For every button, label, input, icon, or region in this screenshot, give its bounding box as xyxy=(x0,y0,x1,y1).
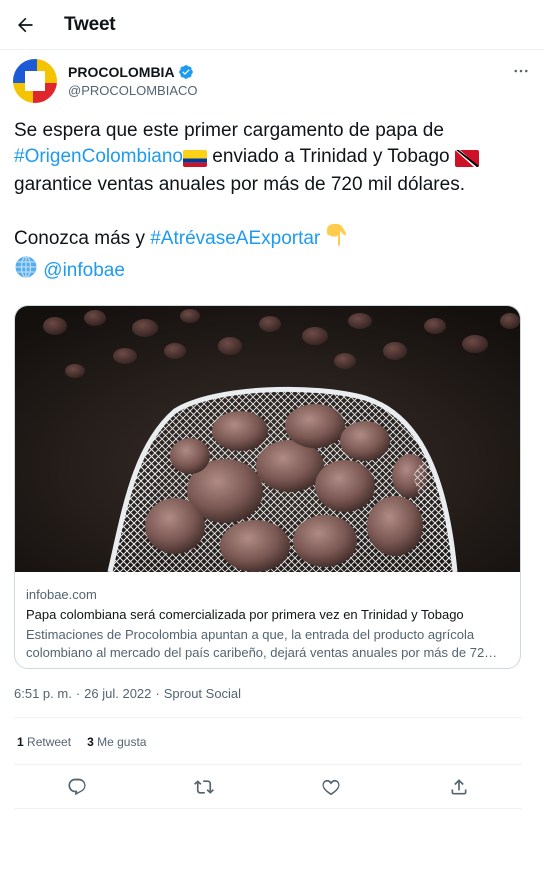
tweet-text: Se espera que este primer cargamento de … xyxy=(14,118,524,286)
tweet-text-part: garantice ventas anuales por más de 720 … xyxy=(14,174,465,195)
hashtag-link[interactable]: #AtrévaseAExportar xyxy=(150,228,320,249)
likes-count: 3 xyxy=(87,735,94,749)
more-icon xyxy=(514,69,528,73)
pointing-down-icon xyxy=(326,223,348,255)
card-title: Papa colombiana será comercializada por … xyxy=(26,607,464,622)
tweet-author: PROCOLOMBIA @PROCOLOMBIACO xyxy=(13,59,533,105)
tweet-stats: 1 Retweet 3 Me gusta xyxy=(17,735,146,749)
card-domain: infobae.com xyxy=(26,587,97,602)
card-description: Estimaciones de Procolombia apuntan a qu… xyxy=(26,627,498,660)
divider xyxy=(14,808,522,809)
tweet-text-part: Se espera que este primer cargamento de … xyxy=(14,120,444,141)
trinidad-tobago-flag-icon xyxy=(454,147,479,173)
likes-stat[interactable]: 3 Me gusta xyxy=(87,735,146,749)
card-body: infobae.com Papa colombiana será comerci… xyxy=(26,586,514,662)
tweet-meta: 6:51 p. m. · 26 jul. 2022 · Sprout Socia… xyxy=(14,686,241,701)
card-image xyxy=(15,306,520,573)
share-button[interactable] xyxy=(444,772,474,802)
colombia-flag-icon xyxy=(183,147,207,173)
link-preview-card[interactable]: infobae.com Papa colombiana será comerci… xyxy=(14,305,521,669)
tweet-text-part: Conozca más y xyxy=(14,228,151,249)
globe-icon xyxy=(14,255,38,287)
more-options-button[interactable] xyxy=(509,59,533,83)
reply-icon xyxy=(68,778,86,796)
retweets-count: 1 xyxy=(17,735,24,749)
retweet-button[interactable] xyxy=(189,772,219,802)
arrow-left-icon xyxy=(18,17,33,33)
like-button[interactable] xyxy=(316,772,346,802)
author-name-row: PROCOLOMBIA xyxy=(68,64,194,80)
tweet-text-part: enviado a Trinidad y Tobago xyxy=(207,145,455,167)
meta-separator: · xyxy=(75,686,81,701)
divider xyxy=(14,717,522,718)
mention-link[interactable]: @infobae xyxy=(43,260,125,281)
likes-label: Me gusta xyxy=(97,735,147,749)
tweet-date[interactable]: 26 jul. 2022 xyxy=(84,686,151,701)
back-button[interactable] xyxy=(8,8,42,42)
hashtag-link[interactable]: #OrigenColombiano xyxy=(14,146,183,167)
verified-badge-icon xyxy=(178,65,193,79)
author-name[interactable]: PROCOLOMBIA xyxy=(68,64,175,80)
like-icon xyxy=(322,779,340,796)
retweet-icon xyxy=(194,780,214,794)
top-bar: Tweet xyxy=(0,0,544,50)
tweet-actions xyxy=(14,766,522,806)
retweets-label: Retweet xyxy=(27,735,72,749)
retweets-stat[interactable]: 1 Retweet xyxy=(17,735,71,749)
page-title: Tweet xyxy=(64,14,116,35)
tweet-time[interactable]: 6:51 p. m. xyxy=(14,686,72,701)
meta-separator: · xyxy=(155,686,160,701)
reply-button[interactable] xyxy=(62,772,92,802)
tweet-source[interactable]: Sprout Social xyxy=(164,686,241,701)
divider xyxy=(14,764,522,765)
author-handle[interactable]: @PROCOLOMBIACO xyxy=(68,83,198,98)
avatar[interactable] xyxy=(13,59,57,103)
share-icon xyxy=(451,779,467,795)
